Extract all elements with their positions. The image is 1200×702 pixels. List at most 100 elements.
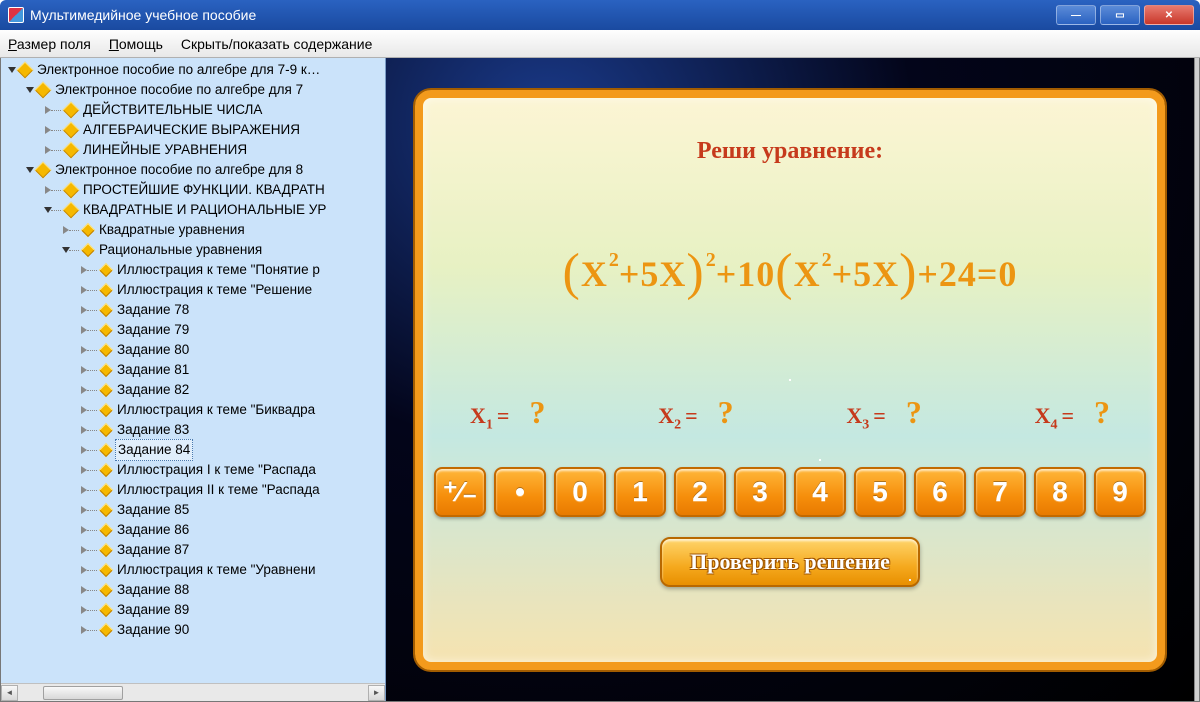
topic-icon xyxy=(99,483,113,497)
tree-item[interactable]: Задание 80 xyxy=(1,340,385,360)
close-button[interactable]: ✕ xyxy=(1144,5,1194,25)
key-9[interactable]: 9 xyxy=(1094,467,1146,517)
tree-item[interactable]: Иллюстрация I к теме "Распада xyxy=(1,460,385,480)
maximize-button[interactable]: ▭ xyxy=(1100,5,1140,25)
tree-item[interactable]: Задание 87 xyxy=(1,540,385,560)
key-•[interactable]: • xyxy=(494,467,546,517)
topic-icon xyxy=(99,423,113,437)
scroll-left-icon[interactable]: ◄ xyxy=(1,685,18,701)
key-6[interactable]: 6 xyxy=(914,467,966,517)
task-card: Реши уравнение: ( X2+5X )2 +10 ( X2+5X )… xyxy=(415,90,1165,670)
tree-item-label: Иллюстрация I к теме "Распада xyxy=(115,460,318,480)
answers-row: X1=? X2=? X3=? X4=? xyxy=(470,394,1110,433)
key-⁺⁄₋[interactable]: ⁺⁄₋ xyxy=(434,467,486,517)
vertical-scrollbar[interactable] xyxy=(1194,58,1199,701)
tree-item[interactable]: Задание 82 xyxy=(1,380,385,400)
tree-item-label: ПРОСТЕЙШИЕ ФУНКЦИИ. КВАДРАТН xyxy=(81,180,327,200)
scroll-thumb[interactable] xyxy=(43,686,123,700)
menu-size-label: азмер поля xyxy=(17,36,91,52)
tree-item[interactable]: Иллюстрация к теме "Биквадра xyxy=(1,400,385,420)
tree-item-label: ДЕЙСТВИТЕЛЬНЫЕ ЧИСЛА xyxy=(81,100,264,120)
key-7[interactable]: 7 xyxy=(974,467,1026,517)
tree-item[interactable]: АЛГЕБРАИЧЕСКИЕ ВЫРАЖЕНИЯ xyxy=(1,120,385,140)
key-1[interactable]: 1 xyxy=(614,467,666,517)
tree-item-label: Задание 85 xyxy=(115,500,191,520)
topic-icon xyxy=(99,343,113,357)
answer-var: X3 xyxy=(846,403,869,433)
tree-item[interactable]: Иллюстрация к теме "Решение xyxy=(1,280,385,300)
tree-item[interactable]: Электронное пособие по алгебре для 8 xyxy=(1,160,385,180)
menubar: Размер поля Помощь Скрыть/показать содер… xyxy=(0,30,1200,58)
answer-slot[interactable]: X4=? xyxy=(1035,394,1110,433)
key-3[interactable]: 3 xyxy=(734,467,786,517)
topic-icon xyxy=(81,243,95,257)
tree-item[interactable]: Задание 78 xyxy=(1,300,385,320)
scroll-right-icon[interactable]: ► xyxy=(368,685,385,701)
tree-item[interactable]: Задание 90 xyxy=(1,620,385,640)
answer-value: ? xyxy=(906,394,922,431)
tree-item-label: АЛГЕБРАИЧЕСКИЕ ВЫРАЖЕНИЯ xyxy=(81,120,302,140)
collapse-icon[interactable] xyxy=(26,87,34,93)
tree-item[interactable]: Задание 86 xyxy=(1,520,385,540)
key-8[interactable]: 8 xyxy=(1034,467,1086,517)
tree-item[interactable]: ПРОСТЕЙШИЕ ФУНКЦИИ. КВАДРАТН xyxy=(1,180,385,200)
key-0[interactable]: 0 xyxy=(554,467,606,517)
minimize-button[interactable]: — xyxy=(1056,5,1096,25)
topic-icon xyxy=(99,323,113,337)
answer-slot[interactable]: X3=? xyxy=(846,394,921,433)
topic-icon xyxy=(17,62,34,79)
tree-item[interactable]: Задание 85 xyxy=(1,500,385,520)
key-5[interactable]: 5 xyxy=(854,467,906,517)
tree-item-label: Иллюстрация II к теме "Распада xyxy=(115,480,322,500)
collapse-icon[interactable] xyxy=(26,167,34,173)
answer-slot[interactable]: X2=? xyxy=(658,394,733,433)
tree-item-label: Электронное пособие по алгебре для 7 xyxy=(53,80,305,100)
tree-item-label: Задание 90 xyxy=(115,620,191,640)
tree-item[interactable]: Иллюстрация к теме "Уравнени xyxy=(1,560,385,580)
topic-icon xyxy=(63,142,80,159)
answer-value: ? xyxy=(529,394,545,431)
tree-item-label: Квадратные уравнения xyxy=(97,220,247,240)
topic-icon xyxy=(99,503,113,517)
tree-item-label: Иллюстрация к теме "Биквадра xyxy=(115,400,317,420)
tree-item[interactable]: Задание 81 xyxy=(1,360,385,380)
tree[interactable]: Электронное пособие по алгебре для 7-9 к… xyxy=(1,58,385,683)
topic-icon xyxy=(99,543,113,557)
answer-var: X1 xyxy=(470,403,493,433)
tree-item[interactable]: Иллюстрация II к теме "Распада xyxy=(1,480,385,500)
tree-item[interactable]: Задание 88 xyxy=(1,580,385,600)
tree-item[interactable]: Иллюстрация к теме "Понятие р xyxy=(1,260,385,280)
tree-item[interactable]: ЛИНЕЙНЫЕ УРАВНЕНИЯ xyxy=(1,140,385,160)
horizontal-scrollbar[interactable]: ◄ ► xyxy=(1,683,385,701)
tree-item-label: Задание 86 xyxy=(115,520,191,540)
topic-icon xyxy=(99,523,113,537)
topic-icon xyxy=(99,383,113,397)
tree-item-label: КВАДРАТНЫЕ И РАЦИОНАЛЬНЫЕ УР xyxy=(81,200,328,220)
tree-item-label: Электронное пособие по алгебре для 8 xyxy=(53,160,305,180)
tree-item[interactable]: Задание 83 xyxy=(1,420,385,440)
tree-item[interactable]: КВАДРАТНЫЕ И РАЦИОНАЛЬНЫЕ УР xyxy=(1,200,385,220)
topic-icon xyxy=(99,463,113,477)
tree-item[interactable]: Рациональные уравнения xyxy=(1,240,385,260)
key-2[interactable]: 2 xyxy=(674,467,726,517)
sidebar: Электронное пособие по алгебре для 7-9 к… xyxy=(1,58,386,701)
topic-icon xyxy=(63,102,80,119)
check-button[interactable]: Проверить решение xyxy=(660,537,920,587)
tree-item-label: Иллюстрация к теме "Уравнени xyxy=(115,560,318,580)
keypad: ⁺⁄₋•0123456789 xyxy=(434,467,1146,517)
tree-item[interactable]: Электронное пособие по алгебре для 7 xyxy=(1,80,385,100)
tree-item[interactable]: ДЕЙСТВИТЕЛЬНЫЕ ЧИСЛА xyxy=(1,100,385,120)
tree-item[interactable]: Квадратные уравнения xyxy=(1,220,385,240)
menu-toggle[interactable]: Скрыть/показать содержание xyxy=(181,36,372,52)
tree-item[interactable]: Задание 89 xyxy=(1,600,385,620)
menu-help[interactable]: Помощь xyxy=(109,36,163,52)
tree-item[interactable]: Задание 84 xyxy=(1,440,385,460)
tree-item[interactable]: Задание 79 xyxy=(1,320,385,340)
answer-slot[interactable]: X1=? xyxy=(470,394,545,433)
answer-value: ? xyxy=(718,394,734,431)
collapse-icon[interactable] xyxy=(8,67,16,73)
key-4[interactable]: 4 xyxy=(794,467,846,517)
topic-icon xyxy=(35,82,52,99)
tree-item[interactable]: Электронное пособие по алгебре для 7-9 к… xyxy=(1,60,385,80)
menu-size[interactable]: Размер поля xyxy=(8,36,91,52)
